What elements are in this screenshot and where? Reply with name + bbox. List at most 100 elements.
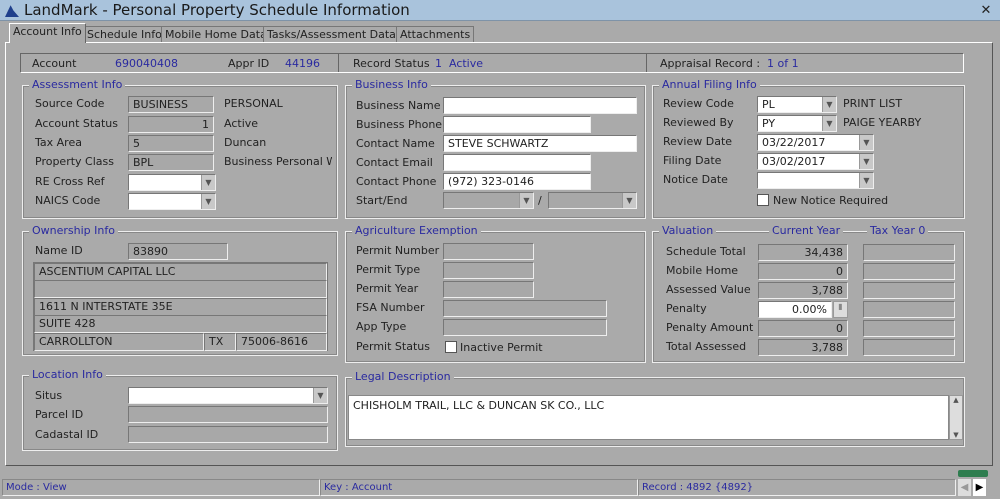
divider [646, 54, 647, 72]
start-select[interactable]: ▼ [443, 192, 534, 209]
chevron-down-icon[interactable]: ▼ [201, 194, 215, 209]
new-notice-checkbox[interactable] [757, 194, 769, 206]
status-record: Record : 4892 {4892} [638, 479, 956, 496]
tab-schedule-info[interactable]: Schedule Info [83, 26, 166, 43]
owner-state: TX [204, 333, 236, 351]
parcel-id-label: Parcel ID [35, 408, 84, 421]
contact-phone-input[interactable]: (972) 323-0146 [443, 173, 591, 190]
naics-code-label: NAICS Code [35, 194, 101, 207]
group-title: Annual Filing Info [659, 78, 760, 91]
contact-name-label: Contact Name [356, 137, 435, 150]
re-cross-ref-select[interactable]: ▼ [128, 174, 216, 191]
permit-year-label: Permit Year [356, 282, 419, 295]
re-cross-ref-label: RE Cross Ref [35, 175, 105, 188]
window-title: LandMark - Personal Property Schedule In… [24, 1, 410, 19]
contact-name-input[interactable]: STEVE SCHWARTZ [443, 135, 637, 152]
status-indicator [958, 470, 988, 477]
group-title: Ownership Info [29, 224, 118, 237]
start-end-label: Start/End [356, 194, 408, 207]
chevron-down-icon[interactable]: ▼ [859, 154, 873, 169]
reviewed-by-desc: PAIGE YEARBY [843, 116, 922, 129]
next-record-icon[interactable]: ▶ [973, 479, 986, 496]
contact-email-label: Contact Email [356, 156, 433, 169]
tax-year-header: Tax Year 0 [867, 224, 929, 237]
cadastal-id-field [128, 426, 328, 443]
legal-description-textarea[interactable]: CHISHOLM TRAIL, LLC & DUNCAN SK CO., LLC [348, 395, 949, 440]
notice-date-picker[interactable]: ▼ [757, 172, 874, 189]
situs-label: Situs [35, 389, 63, 402]
tab-tasks-assessment-data[interactable]: Tasks/Assessment Data [263, 26, 400, 43]
account-value: 690040408 [115, 57, 178, 70]
valuation-current-value: 3,788 [758, 282, 848, 299]
account-status-field: 1 [128, 116, 214, 133]
business-phone-input[interactable] [443, 116, 591, 133]
end-select[interactable]: ▼ [548, 192, 637, 209]
reviewed-by-value: PY [762, 117, 776, 130]
penalty-spinner[interactable]: ▮ [833, 301, 848, 318]
valuation-tax-year-value [863, 244, 955, 261]
review-date-picker[interactable]: 03/22/2017 ▼ [757, 134, 874, 151]
review-date-label: Review Date [663, 135, 733, 148]
review-code-value: PL [762, 98, 775, 111]
legal-description-scrollbar[interactable]: ▲ ▼ [949, 395, 963, 440]
app-type-label: App Type [356, 320, 407, 333]
record-status-value: 1 Active [435, 57, 484, 70]
appraisal-record-value: 1 of 1 [767, 57, 799, 70]
valuation-tax-year-value [863, 282, 955, 299]
account-status-label: Account Status [35, 117, 118, 130]
account-label: Account [32, 57, 77, 70]
scroll-down-icon[interactable]: ▼ [950, 431, 962, 439]
scroll-up-icon[interactable]: ▲ [950, 396, 962, 404]
chevron-down-icon[interactable]: ▼ [622, 193, 636, 208]
tax-area-label: Tax Area [35, 136, 82, 149]
appr-id-value: 44196 [285, 57, 320, 70]
contact-email-input[interactable] [443, 154, 591, 171]
business-phone-label: Business Phone [356, 118, 443, 131]
reviewed-by-select[interactable]: PY ▼ [757, 115, 837, 132]
tax-area-field: 5 [128, 135, 214, 152]
group-title: Legal Description [352, 370, 454, 383]
appr-id-label: Appr ID [228, 57, 270, 70]
chevron-down-icon[interactable]: ▼ [859, 135, 873, 150]
valuation-row-label: Total Assessed [666, 340, 747, 353]
tab-attachments[interactable]: Attachments [396, 26, 475, 43]
review-code-desc: PRINT LIST [843, 97, 903, 110]
filing-date-label: Filing Date [663, 154, 722, 167]
permit-type-label: Permit Type [356, 263, 421, 276]
cadastal-id-label: Cadastal ID [35, 428, 99, 441]
group-title: Business Info [352, 78, 431, 91]
name-id-label: Name ID [35, 244, 83, 257]
chevron-down-icon[interactable]: ▼ [822, 97, 836, 112]
owner-zip: 75006-8616 [236, 333, 327, 351]
record-status-label: Record Status [353, 57, 430, 70]
tab-account-info[interactable]: Account Info [9, 23, 86, 43]
current-year-header: Current Year [769, 224, 844, 237]
chevron-down-icon[interactable]: ▼ [201, 175, 215, 190]
inactive-permit-checkbox[interactable] [445, 341, 457, 353]
business-name-label: Business Name [356, 99, 441, 112]
parcel-id-field [128, 406, 328, 423]
appraisal-record-label: Appraisal Record : [660, 57, 761, 70]
previous-record-icon[interactable]: ◀ [958, 479, 971, 496]
valuation-row-label: Schedule Total [666, 245, 746, 258]
naics-code-select[interactable]: ▼ [128, 193, 216, 210]
owner-address-line2 [34, 280, 327, 298]
valuation-current-value: 34,438 [758, 244, 848, 261]
review-code-select[interactable]: PL ▼ [757, 96, 837, 113]
source-code-label: Source Code [35, 97, 105, 110]
notice-date-label: Notice Date [663, 173, 728, 186]
filing-date-picker[interactable]: 03/02/2017 ▼ [757, 153, 874, 170]
business-name-input[interactable] [443, 97, 637, 114]
chevron-down-icon[interactable]: ▼ [822, 116, 836, 131]
chevron-down-icon[interactable]: ▼ [859, 173, 873, 188]
chevron-down-icon[interactable]: ▼ [519, 193, 533, 208]
tab-mobile-home-data[interactable]: Mobile Home Data [161, 26, 271, 43]
owner-address-line3: 1611 N INTERSTATE 35E [34, 298, 327, 316]
review-code-label: Review Code [663, 97, 734, 110]
situs-select[interactable]: ▼ [128, 387, 328, 404]
chevron-down-icon[interactable]: ▼ [313, 388, 327, 403]
fsa-number-label: FSA Number [356, 301, 425, 314]
close-icon[interactable]: ✕ [978, 3, 994, 18]
valuation-current-value[interactable]: 0.00% [758, 301, 832, 318]
property-class-label: Property Class [35, 155, 114, 168]
